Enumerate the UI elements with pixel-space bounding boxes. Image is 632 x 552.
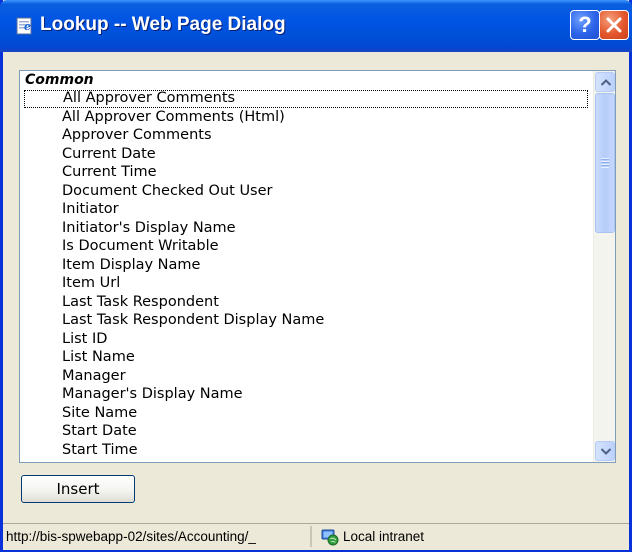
list-item[interactable]: Is Document Writable <box>24 238 588 256</box>
list-item[interactable]: Initiator <box>24 201 588 219</box>
list-item[interactable]: Site Name <box>24 405 588 423</box>
window-title: Lookup -- Web Page Dialog <box>40 14 286 35</box>
list-item[interactable]: Current Time <box>24 164 588 182</box>
lookup-dialog-window: e Lookup -- Web Page Dialog ? Common All… <box>0 0 632 552</box>
list-item[interactable]: List ID <box>24 331 588 349</box>
list-item[interactable]: Document Checked Out User <box>24 183 588 201</box>
list-item[interactable]: Item Display Name <box>24 257 588 275</box>
insert-button[interactable]: Insert <box>21 475 135 503</box>
ie-page-icon: e <box>14 16 36 36</box>
list-item[interactable]: Manager's Display Name <box>24 386 588 404</box>
status-url: http://bis-spwebapp-02/sites/Accounting/… <box>6 526 312 547</box>
list-item[interactable]: Last Task Respondent Display Name <box>24 312 588 330</box>
list-item[interactable]: Current Date <box>24 146 588 164</box>
svg-text:e: e <box>24 20 31 33</box>
help-icon: ? <box>578 12 592 37</box>
list-item[interactable]: Item Url <box>24 275 588 293</box>
list-item[interactable]: Manager <box>24 368 588 386</box>
status-bar: http://bis-spwebapp-02/sites/Accounting/… <box>3 523 629 550</box>
lookup-listbox[interactable]: Common All Approver Comments All Approve… <box>19 70 616 463</box>
scroll-up-button[interactable] <box>595 72 615 92</box>
vertical-scrollbar[interactable] <box>593 71 615 462</box>
optgroup-label-common: Common <box>25 72 94 88</box>
list-item[interactable]: Start Date <box>24 423 588 441</box>
list-item[interactable]: All Approver Comments (Html) <box>24 109 588 127</box>
list-item[interactable]: List Name <box>24 349 588 367</box>
chevron-down-icon <box>600 448 612 455</box>
security-zone-label: Local intranet <box>343 529 425 544</box>
list-item[interactable]: Approver Comments <box>24 127 588 145</box>
list-item[interactable]: All Approver Comments <box>24 90 588 108</box>
local-intranet-icon <box>321 528 339 546</box>
scroll-down-button[interactable] <box>595 441 615 461</box>
scrollbar-grip-icon <box>601 158 609 168</box>
scrollbar-thumb[interactable] <box>595 93 615 233</box>
close-button[interactable] <box>599 10 629 40</box>
close-icon <box>606 17 622 33</box>
chevron-up-icon <box>600 79 612 86</box>
list-item[interactable]: Start Time <box>24 442 588 460</box>
title-bar[interactable]: e Lookup -- Web Page Dialog ? <box>0 0 632 52</box>
help-button[interactable]: ? <box>570 10 600 40</box>
list-item[interactable]: Initiator's Display Name <box>24 220 588 238</box>
list-item[interactable]: Last Task Respondent <box>24 294 588 312</box>
listbox-content: Common All Approver Comments All Approve… <box>20 71 592 462</box>
